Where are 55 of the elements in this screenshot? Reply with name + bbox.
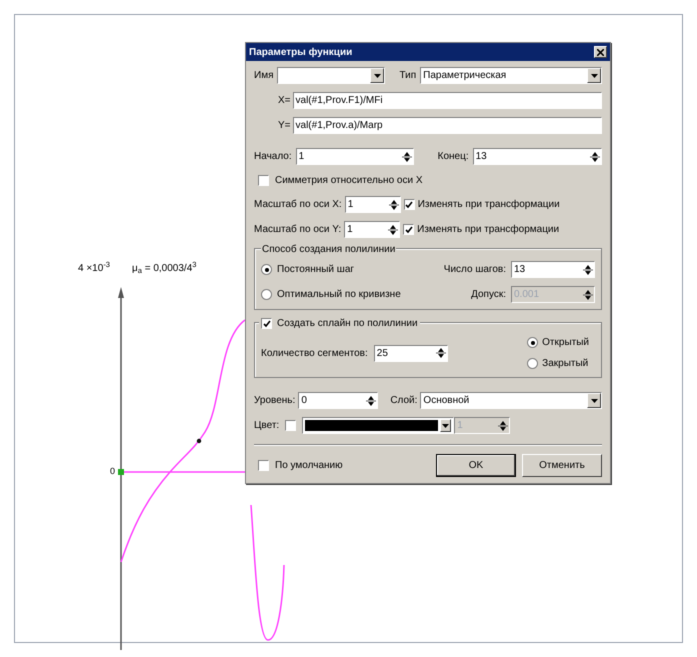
field-label: Изменять при трансформации bbox=[418, 198, 560, 212]
radio-button[interactable] bbox=[527, 337, 538, 348]
curve-point bbox=[196, 438, 202, 444]
close-icon[interactable] bbox=[594, 46, 607, 58]
field-label: Оптимальный по кривизне bbox=[277, 288, 402, 302]
formula-label: μ$_{a}$ = 0,0003/4$^{3}$ bbox=[132, 261, 196, 276]
field-label: Симметрия относительно оси X bbox=[275, 174, 422, 188]
input-field[interactable]: val(#1,Prov.a)/Marp bbox=[292, 117, 602, 134]
field-label: Количество сегментов: bbox=[261, 346, 368, 360]
cancel-button[interactable]: Отменить bbox=[522, 454, 602, 477]
color-picker[interactable] bbox=[302, 417, 454, 434]
field-label: Допуск: bbox=[471, 288, 506, 302]
spin-field[interactable]: 0 bbox=[298, 392, 378, 409]
spin-field[interactable]: 1 bbox=[344, 196, 401, 213]
spin-field[interactable]: 13 bbox=[511, 261, 595, 278]
field-label: Цвет: bbox=[254, 419, 280, 433]
field-label: Конец: bbox=[438, 150, 469, 164]
ok-button[interactable]: OK bbox=[436, 454, 516, 477]
field-label: Масштаб по оси X: bbox=[254, 198, 342, 212]
radio-button[interactable] bbox=[527, 358, 538, 369]
field-label: Изменять при трансформации bbox=[417, 223, 560, 237]
field-label: Масштаб по оси Y: bbox=[254, 223, 342, 237]
input-field[interactable]: val(#1,Prov.F1)/MFi bbox=[292, 92, 602, 109]
spin-field[interactable]: 25 bbox=[374, 344, 448, 362]
field-label: Y= bbox=[278, 119, 291, 133]
dropdown-field[interactable] bbox=[277, 67, 386, 84]
origin-label: 0 bbox=[110, 465, 116, 478]
window-title: Параметры функции bbox=[249, 46, 352, 60]
spin-field[interactable]: 1 bbox=[296, 148, 414, 165]
field-label: Постоянный шаг bbox=[277, 263, 356, 277]
field-label: Открытый bbox=[542, 336, 589, 350]
checkbox[interactable] bbox=[403, 224, 414, 235]
field-label: Создать сплайн по полилинии bbox=[277, 317, 418, 331]
spin-arrows-icon[interactable] bbox=[434, 346, 447, 360]
checkbox[interactable] bbox=[258, 175, 269, 186]
field-label: Закрытый bbox=[542, 357, 588, 371]
field-label: Тип bbox=[399, 69, 416, 83]
field-label: Слой: bbox=[390, 394, 418, 408]
field-label: Число шагов: bbox=[444, 263, 506, 277]
field-label: Уровень: bbox=[254, 394, 296, 408]
origin-marker bbox=[118, 469, 124, 475]
spin-field[interactable]: 13 bbox=[472, 148, 602, 165]
radio-button[interactable] bbox=[261, 264, 272, 275]
dropdown-field[interactable]: Основной bbox=[420, 392, 602, 409]
dropdown-field[interactable]: Параметрическая bbox=[420, 67, 602, 84]
axis-label: 4 ×10$^{-3}$ bbox=[78, 261, 110, 276]
checkbox[interactable] bbox=[258, 460, 269, 471]
field-label: X= bbox=[278, 94, 291, 108]
checkbox[interactable] bbox=[261, 318, 272, 329]
group-title: Способ создания полилинии bbox=[261, 242, 396, 257]
field-label: Имя bbox=[254, 69, 274, 83]
checkbox[interactable] bbox=[404, 199, 415, 210]
field-label: По умолчанию bbox=[275, 459, 344, 473]
field-label: Начало: bbox=[254, 150, 292, 164]
spin-field[interactable]: 1 bbox=[344, 221, 400, 238]
